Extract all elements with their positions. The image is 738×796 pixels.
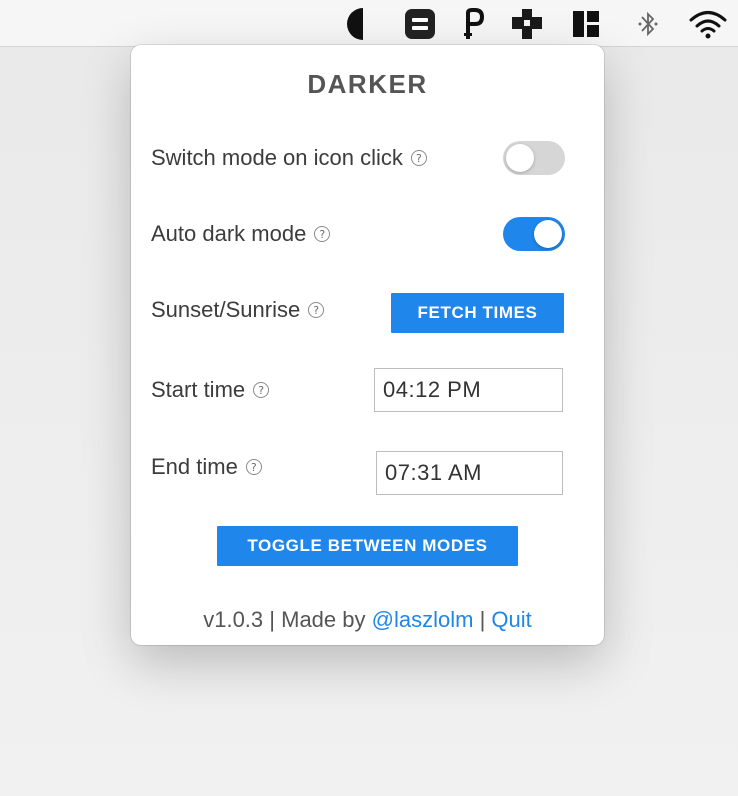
auto-dark-toggle[interactable] <box>503 217 565 251</box>
end-time-row-label: End time ? <box>151 454 262 480</box>
toggle-knob <box>506 144 534 172</box>
puzzle-app-icon[interactable] <box>510 7 544 41</box>
half-moon-icon[interactable] <box>341 7 375 41</box>
author-link[interactable]: @laszlolm <box>372 607 474 632</box>
switch-mode-row-label: Switch mode on icon click ? <box>151 145 427 171</box>
darker-popover: DARKER Switch mode on icon click ? Auto … <box>131 45 604 645</box>
start-time-row-label: Start time ? <box>151 377 270 403</box>
grid-app-icon[interactable] <box>569 7 603 41</box>
p-app-icon[interactable] <box>456 7 490 41</box>
help-icon[interactable]: ? <box>308 302 325 318</box>
made-by-text: Made by <box>281 607 366 632</box>
wifi-icon[interactable] <box>688 7 728 41</box>
version-text: v1.0.3 <box>203 607 264 632</box>
quit-link[interactable]: Quit <box>491 607 531 632</box>
footer-separator: | <box>269 607 275 632</box>
menu-bar <box>0 0 738 47</box>
start-time-input[interactable]: 04:12 PM <box>374 368 563 412</box>
auto-dark-row-label: Auto dark mode ? <box>151 221 331 247</box>
start-time-label: Start time <box>151 377 246 402</box>
bluetooth-icon[interactable] <box>631 7 665 41</box>
switch-mode-label: Switch mode on icon click <box>151 145 403 170</box>
sunset-label: Sunset/Sunrise <box>151 297 301 322</box>
switch-mode-toggle[interactable] <box>503 141 565 175</box>
help-icon[interactable]: ? <box>245 459 262 475</box>
help-icon[interactable]: ? <box>410 150 427 166</box>
help-icon[interactable]: ? <box>314 226 331 242</box>
sunset-row-label: Sunset/Sunrise ? <box>151 297 325 323</box>
help-icon[interactable]: ? <box>253 382 270 398</box>
app-title: DARKER <box>307 69 428 99</box>
footer-separator: | <box>479 607 486 632</box>
menu-app-icon[interactable] <box>403 7 437 41</box>
fetch-times-button[interactable]: FETCH TIMES <box>391 293 564 333</box>
auto-dark-label: Auto dark mode <box>151 221 307 246</box>
toggle-knob <box>534 220 562 248</box>
toggle-modes-button[interactable]: TOGGLE BETWEEN MODES <box>217 526 518 566</box>
footer: v1.0.3 | Made by @laszlolm | Quit <box>131 607 604 633</box>
end-time-input[interactable]: 07:31 AM <box>376 451 563 495</box>
end-time-label: End time <box>151 454 238 479</box>
